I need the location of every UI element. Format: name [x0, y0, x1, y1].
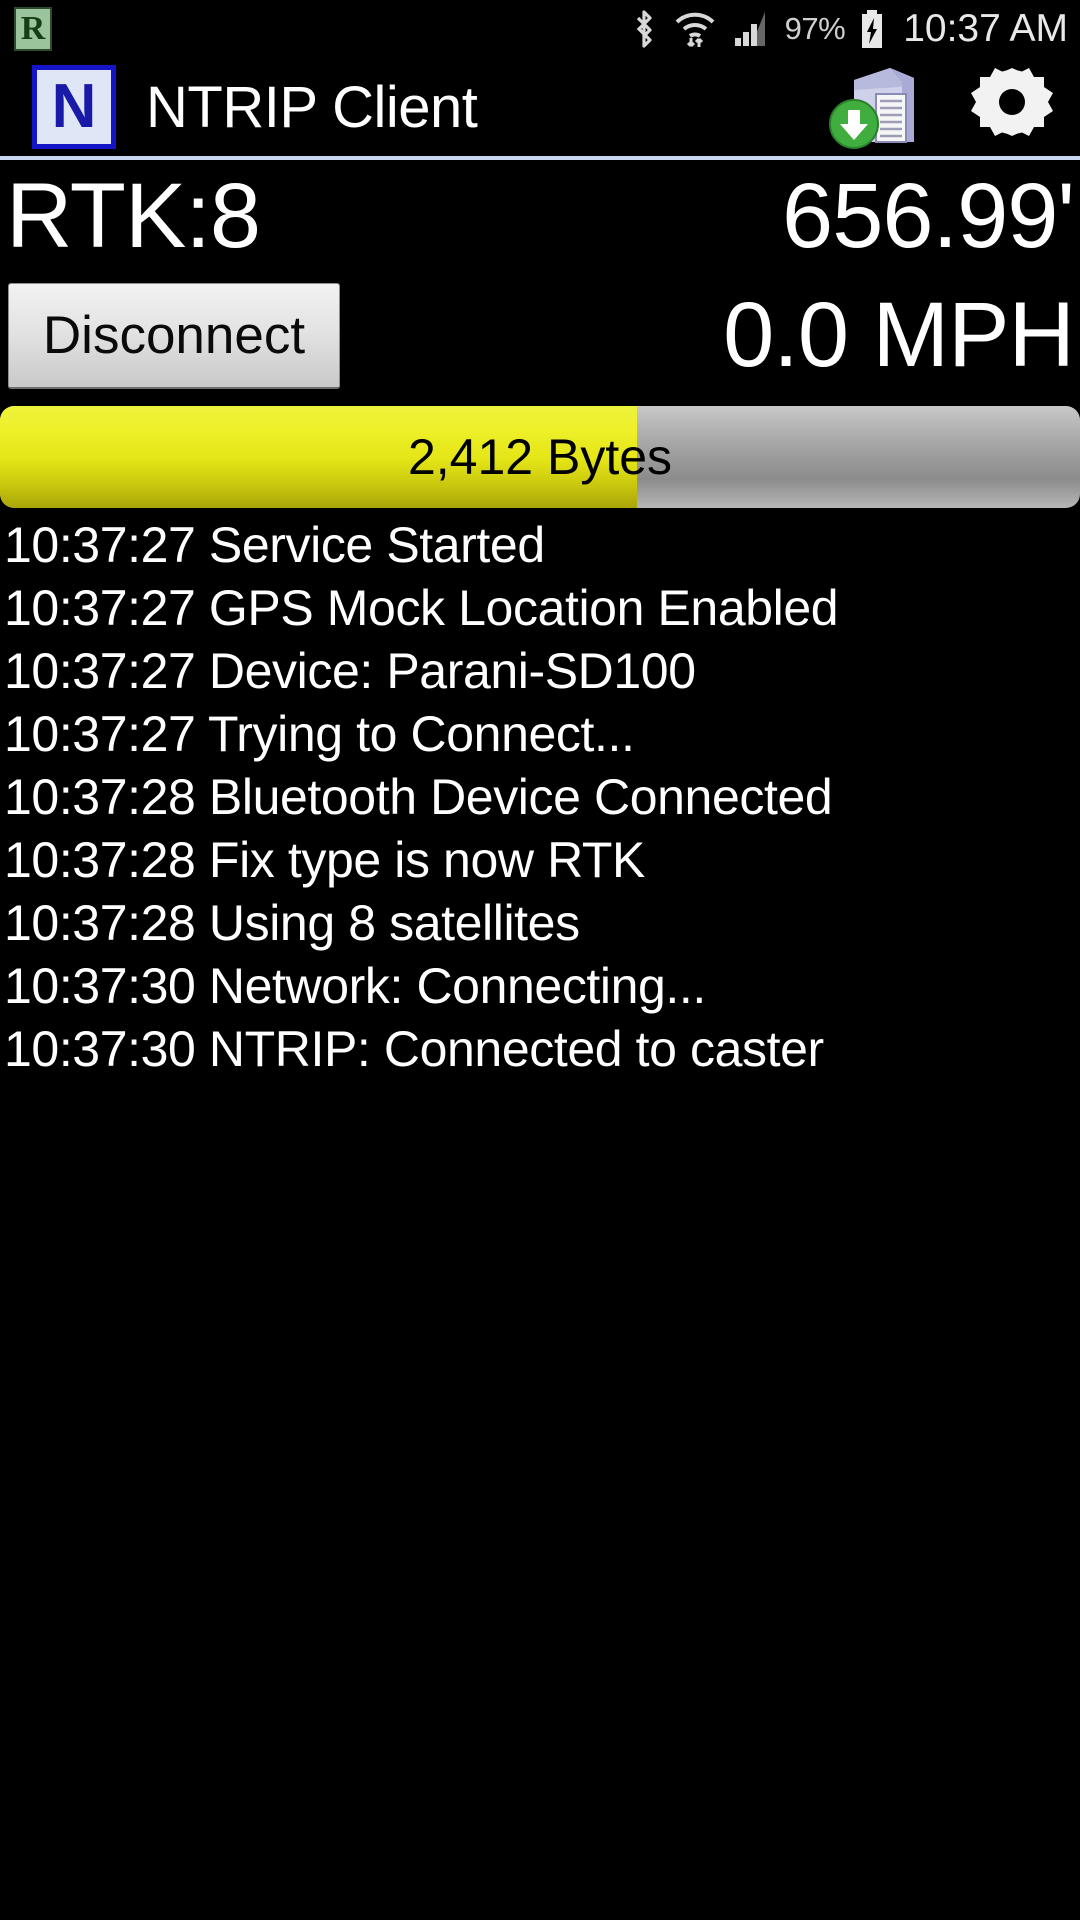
battery-percent-label: 97%	[784, 11, 846, 46]
log-line: 10:37:27 Trying to Connect...	[4, 706, 635, 762]
cellular-signal-icon	[734, 12, 765, 46]
disconnect-button[interactable]: Disconnect	[8, 283, 340, 389]
log-line: 10:37:28 Bluetooth Device Connected	[4, 769, 833, 825]
status-bar-clock: 10:37 AM	[903, 7, 1068, 50]
battery-charging-icon	[862, 10, 883, 48]
page-title: NTRIP Client	[146, 74, 478, 140]
server-download-icon[interactable]	[828, 64, 924, 150]
notification-badge-icon: R	[14, 7, 52, 51]
event-log-list[interactable]: 10:37:27 Service Started 10:37:27 GPS Moc…	[0, 508, 1080, 1081]
log-line: 10:37:28 Using 8 satellites	[4, 895, 580, 951]
log-line: 10:37:30 NTRIP: Connected to caster	[4, 1021, 824, 1077]
log-line: 10:37:27 Service Started	[4, 517, 545, 573]
log-line: 10:37:27 Device: Parani-SD100	[4, 643, 696, 699]
speed-label: 0.0 MPH	[723, 284, 1075, 386]
altitude-label: 656.99'	[782, 165, 1075, 267]
log-line: 10:37:28 Fix type is now RTK	[4, 832, 645, 888]
android-status-bar: R 97% 10:37 AM	[0, 0, 1080, 58]
app-logo-letter: N	[51, 72, 97, 141]
app-bar-actions	[828, 58, 1058, 156]
bluetooth-icon	[636, 10, 652, 48]
fix-status-label: RTK:8	[6, 165, 261, 267]
gps-status-block: RTK:8 656.99' 0.0 MPH Disconnect	[0, 160, 1080, 403]
gear-icon[interactable]	[966, 62, 1058, 152]
log-line: 10:37:27 GPS Mock Location Enabled	[4, 580, 839, 636]
bytes-count-label: 2,412 Bytes	[407, 429, 673, 485]
wifi-icon	[675, 12, 715, 48]
status-bar-icons: 97% 10:37 AM	[629, 0, 1068, 58]
app-logo-icon: N	[32, 65, 116, 149]
app-title-bar: N NTRIP Client	[0, 58, 1080, 160]
log-line: 10:37:30 Network: Connecting...	[4, 958, 706, 1014]
bytes-progress-bar: 2,412 Bytes	[0, 406, 1080, 508]
